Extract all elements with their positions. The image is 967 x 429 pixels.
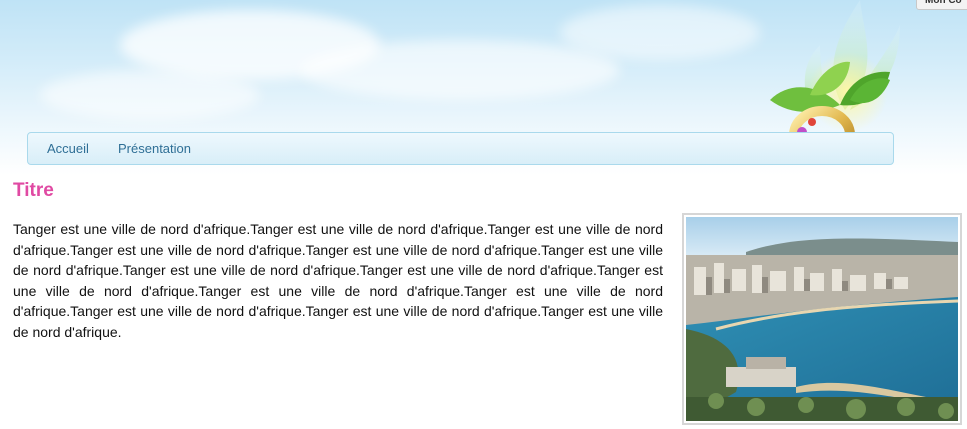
account-button[interactable]: Mon Co [916, 0, 967, 10]
main-navigation: Accueil Présentation [27, 132, 894, 165]
page-title: Titre [13, 180, 54, 201]
cloud [560, 5, 760, 60]
photo-image [686, 217, 958, 421]
tangier-city-bay-photo [682, 213, 962, 425]
cloud [300, 40, 620, 100]
nav-item-presentation[interactable]: Présentation [118, 141, 191, 156]
nav-item-accueil[interactable]: Accueil [47, 141, 89, 156]
content-paragraph: Tanger est une ville de nord d'afrique.T… [13, 221, 663, 340]
cloud [40, 70, 260, 120]
